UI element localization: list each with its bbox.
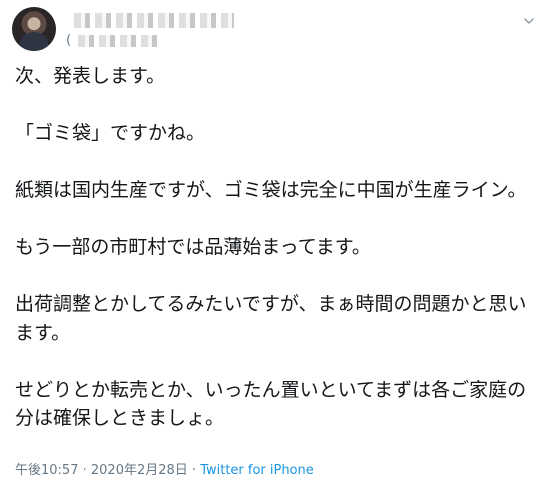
author-avatar[interactable] [12,7,56,51]
tweet-meta: 午後10:57 · 2020年2月28日 · Twitter for iPhon… [15,463,314,479]
tweet-date[interactable]: 2020年2月28日 [91,463,188,478]
redacted-screen-name [78,34,163,47]
tweet-time[interactable]: 午後10:57 [15,463,78,478]
tweet-source-link[interactable]: Twitter for iPhone [200,463,314,478]
meta-separator-1: · [78,463,91,478]
author-display-name[interactable] [66,11,234,29]
author-screen-name[interactable]: ( [66,33,163,49]
tweet-header: ( [0,0,550,60]
meta-separator-2: · [187,463,201,478]
screen-name-open-paren: ( [66,33,72,48]
tweet-body: 次、発表します。 「ゴミ袋」ですかね。 紙類は国内生産ですが、ゴミ袋は完全に中国… [15,65,527,429]
chevron-down-icon[interactable] [522,14,536,28]
redacted-display-name [74,13,234,28]
tweet-card: ( 次、発表します。 「ゴミ袋」ですかね。 紙類は国内生産ですが、ゴミ袋は完全に… [0,0,550,490]
